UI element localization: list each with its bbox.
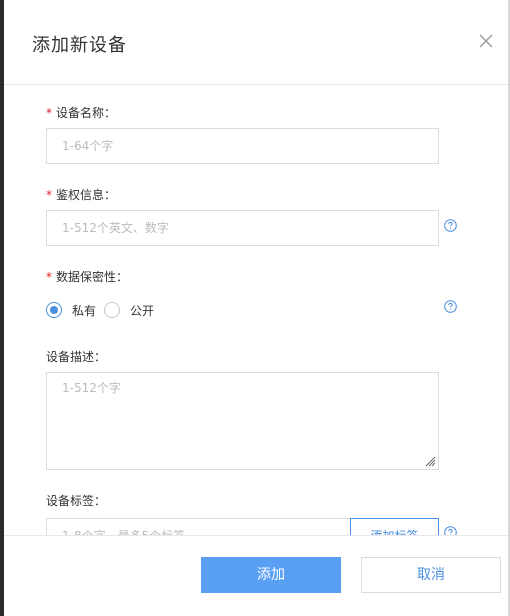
dialog-title: 添加新设备 <box>32 35 127 56</box>
device-name-label: * 设备名称： <box>46 104 116 121</box>
resize-grip-icon[interactable] <box>424 455 436 467</box>
radio-public[interactable] <box>104 302 120 318</box>
description-textarea[interactable] <box>46 372 439 470</box>
help-icon[interactable] <box>444 300 457 313</box>
close-button[interactable] <box>478 33 494 49</box>
auth-info-label-text: 鉴权信息： <box>56 188 117 202</box>
add-button[interactable]: 添加 <box>201 557 341 593</box>
device-name-label-text: 设备名称： <box>56 106 117 120</box>
add-device-dialog: 添加新设备 * 设备名称： * 鉴权信息： * 数据保密性： 私有 <box>0 0 510 616</box>
tags-label: 设备标签： <box>46 494 107 508</box>
help-icon[interactable] <box>444 219 457 232</box>
required-mark: * <box>46 106 52 120</box>
close-icon <box>479 34 493 48</box>
auth-info-input[interactable] <box>46 210 439 246</box>
radio-private-label[interactable]: 私有 <box>72 302 96 319</box>
radio-private[interactable] <box>46 302 62 318</box>
dialog-body[interactable]: * 设备名称： * 鉴权信息： * 数据保密性： 私有 公开 设备描述： <box>4 86 508 536</box>
privacy-label-text: 数据保密性： <box>56 270 129 284</box>
privacy-label: * 数据保密性： <box>46 268 128 285</box>
dialog-header: 添加新设备 <box>4 0 508 85</box>
radio-public-label[interactable]: 公开 <box>130 302 154 319</box>
required-mark: * <box>46 188 52 202</box>
device-name-input[interactable] <box>46 128 439 164</box>
auth-info-label: * 鉴权信息： <box>46 186 116 203</box>
dialog-footer: 添加 取消 <box>4 535 508 616</box>
description-label: 设备描述： <box>46 350 107 364</box>
tags-input[interactable] <box>46 518 351 536</box>
cancel-button[interactable]: 取消 <box>361 557 501 593</box>
add-tag-button[interactable]: 添加标签 <box>350 518 439 536</box>
required-mark: * <box>46 270 52 284</box>
